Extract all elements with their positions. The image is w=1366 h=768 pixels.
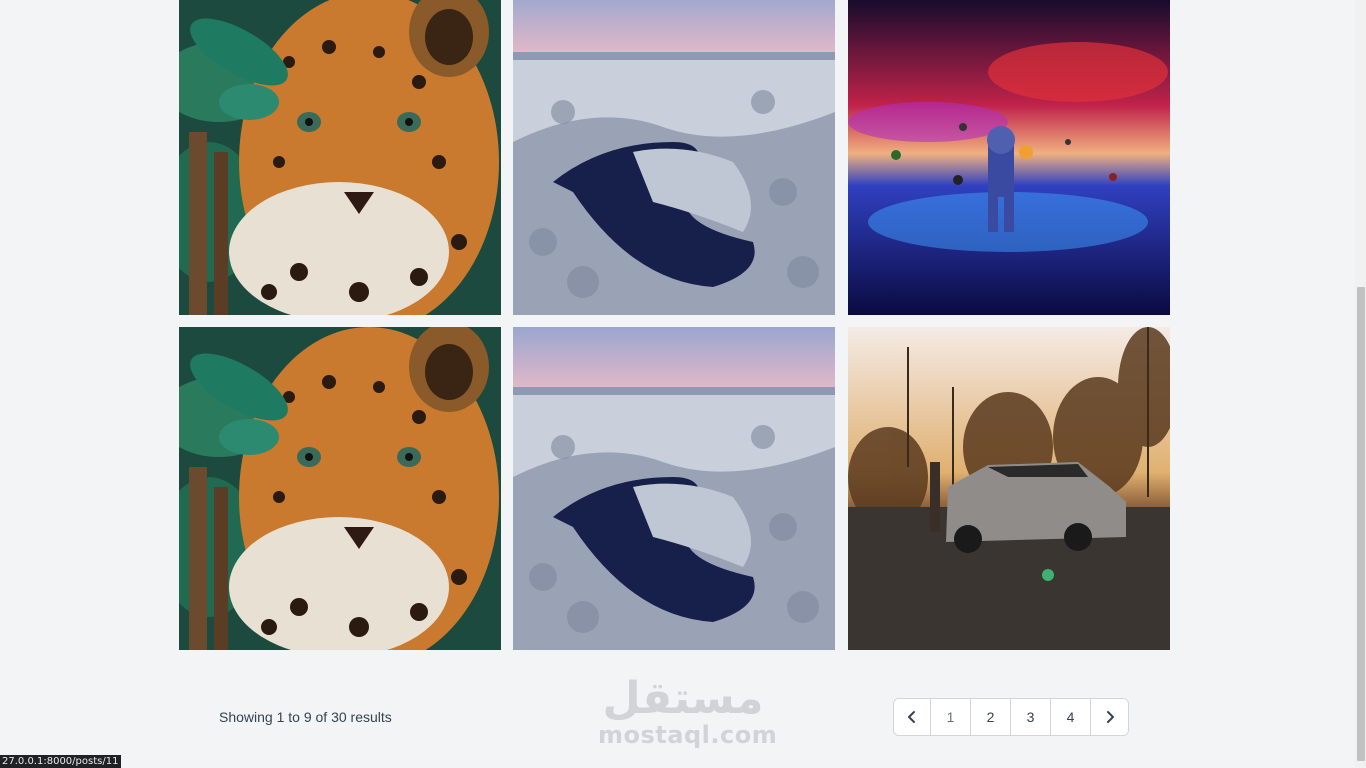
- chevron-left-icon: [908, 711, 915, 723]
- gallery-image-winter-lake[interactable]: [513, 327, 835, 650]
- page-2-button[interactable]: 2: [971, 699, 1011, 735]
- car-sunset-image: [848, 327, 1170, 650]
- chevron-right-icon: [1106, 711, 1114, 723]
- previous-page-button[interactable]: [894, 699, 931, 735]
- next-page-button[interactable]: [1091, 699, 1128, 735]
- scrollbar-thumb[interactable]: [1357, 287, 1365, 761]
- pagination: 1 2 3 4: [893, 698, 1129, 736]
- gallery-image-jaguar[interactable]: [179, 327, 501, 650]
- results-summary: Showing 1 to 9 of 30 results: [219, 709, 392, 725]
- status-bar-url: 27.0.0.1:8000/posts/11: [0, 755, 122, 768]
- gallery-image-winter-lake[interactable]: [513, 0, 835, 315]
- jaguar-image: [179, 327, 501, 650]
- page-3-button[interactable]: 3: [1011, 699, 1051, 735]
- mostaql-watermark: مستقل mostaql.com: [598, 673, 778, 749]
- page-1-button[interactable]: 1: [931, 699, 971, 735]
- jaguar-image: [179, 0, 501, 315]
- winter-lake-image: [513, 327, 835, 650]
- gallery-image-astronaut[interactable]: [848, 0, 1170, 315]
- page-4-button[interactable]: 4: [1051, 699, 1091, 735]
- gallery-image-car[interactable]: [848, 327, 1170, 650]
- winter-lake-image: [513, 0, 835, 315]
- watermark-arabic-text: مستقل: [602, 673, 764, 724]
- watermark-latin-text: mostaql.com: [598, 721, 778, 749]
- astronaut-image: [848, 0, 1170, 315]
- gallery-image-jaguar[interactable]: [179, 0, 501, 315]
